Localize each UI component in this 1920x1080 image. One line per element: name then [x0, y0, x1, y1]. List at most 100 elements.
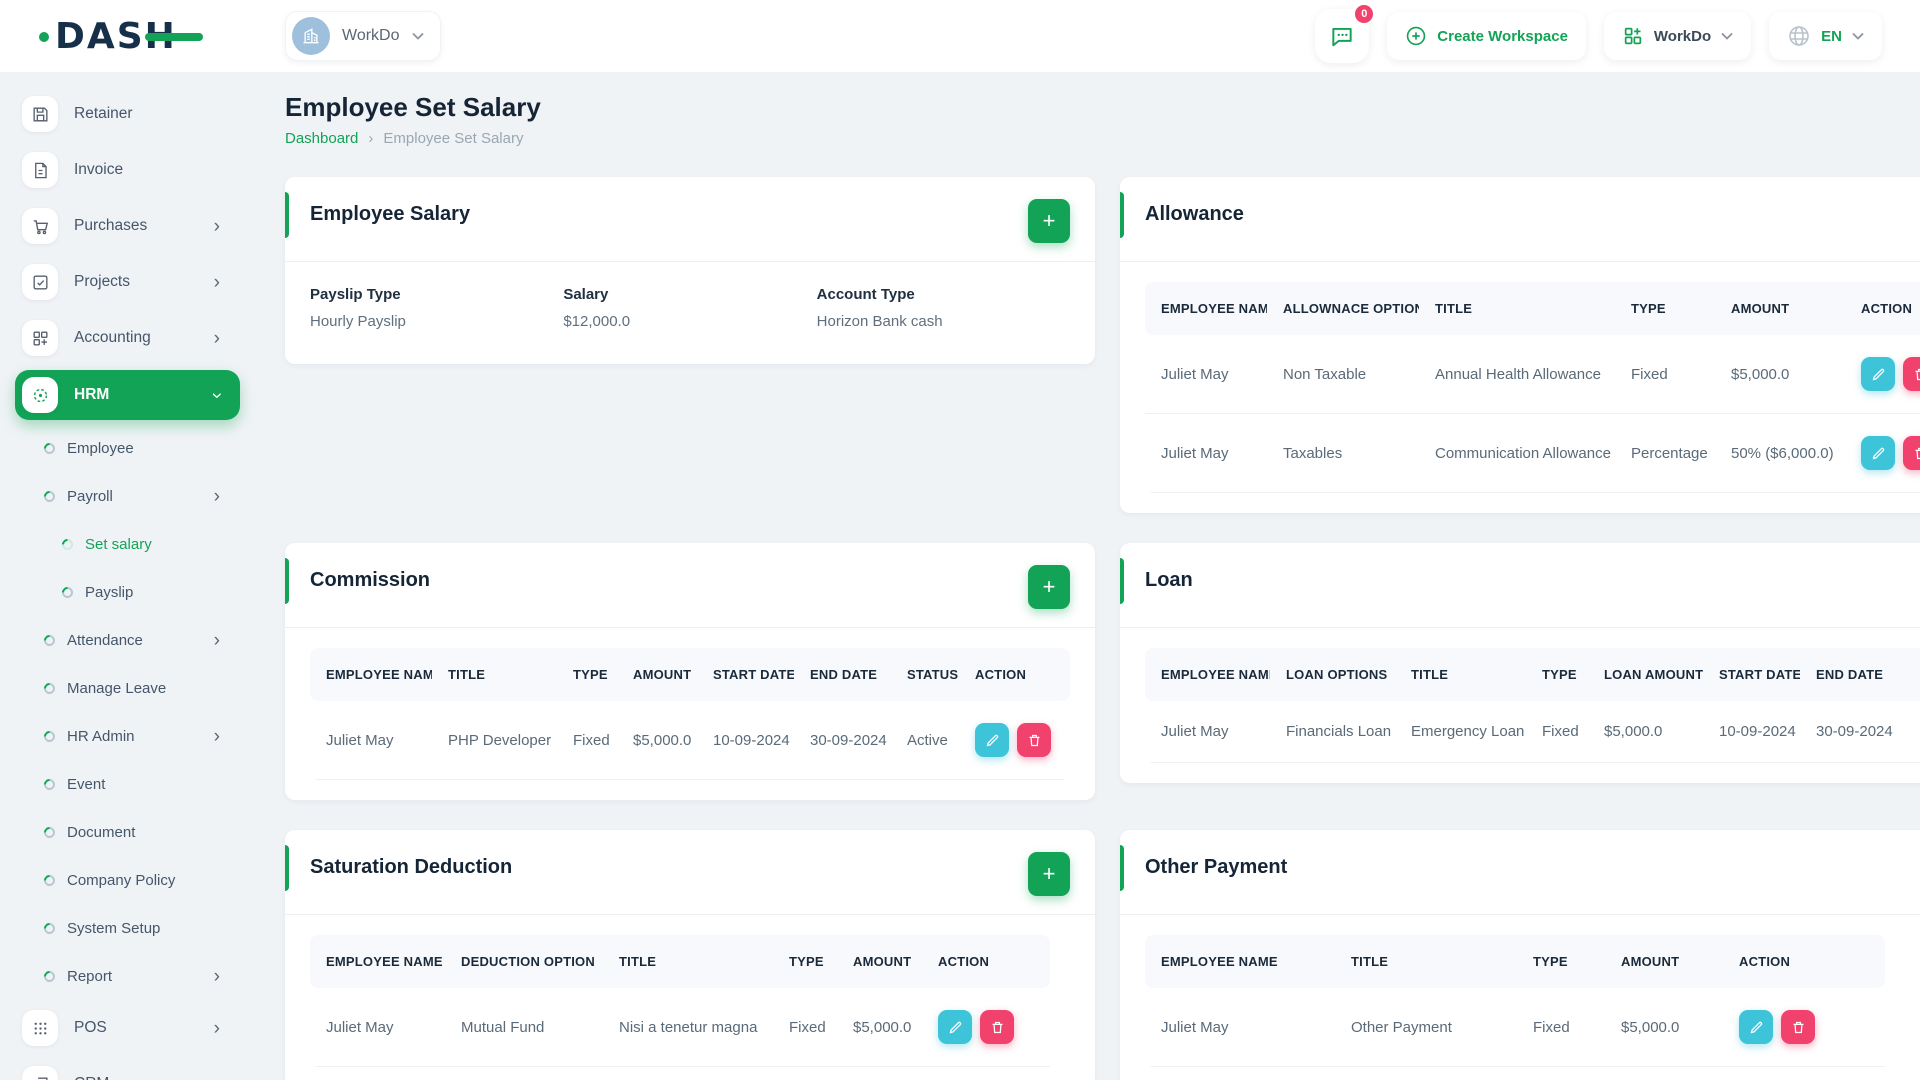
sidebar-item-payslip[interactable]: Payslip [0, 568, 255, 616]
create-workspace-button[interactable]: Create Workspace [1387, 12, 1586, 60]
bullet-icon [41, 824, 58, 840]
field-salary: Salary $12,000.0 [563, 286, 631, 330]
table-header-row: EMPLOYEE NAME LOAN OPTIONS TITLE TYPE LO… [1145, 648, 1920, 701]
messages-button[interactable]: 0 [1315, 3, 1376, 63]
sidebar-item-system-setup[interactable]: System Setup [0, 904, 255, 952]
table-header-row: EMPLOYEE NAME TITLE TYPE AMOUNT START DA… [310, 648, 1070, 701]
grid-plus-icon [22, 320, 58, 356]
chevron-down-icon [1721, 32, 1733, 40]
table-header-row: EMPLOYEE NAME TITLE TYPE AMOUNT ACTION [1145, 935, 1885, 988]
sidebar: Retainer Invoice Purchases › Projects › [0, 72, 255, 1080]
commission-table: EMPLOYEE NAME TITLE TYPE AMOUNT START DA… [310, 648, 1070, 780]
allowance-table: EMPLOYEE NAME ALLOWNACE OPTION TITLE TYP… [1145, 282, 1920, 493]
logo-dot-icon [39, 31, 49, 42]
chevron-down-icon [1852, 32, 1864, 40]
chevron-right-icon: › [213, 327, 220, 349]
allowance-card: Allowance + EMPLOYEE NAME ALLOWNACE OPTI… [1120, 177, 1920, 513]
sidebar-item-hrm[interactable]: HRM › [15, 370, 240, 420]
pencil-icon [1750, 1021, 1762, 1033]
plus-icon: + [1042, 861, 1056, 886]
sidebar-item-report[interactable]: Report › [0, 952, 255, 1000]
sidebar-item-retainer[interactable]: Retainer [0, 86, 255, 142]
add-saturation-deduction-button[interactable]: + [1028, 852, 1070, 896]
sidebar-item-company-policy[interactable]: Company Policy [0, 856, 255, 904]
sidebar-item-document[interactable]: Document [0, 808, 255, 856]
overlap-squares-icon [22, 1066, 58, 1080]
table-row: Juliet May Financials Loan Emergency Loa… [1145, 701, 1920, 763]
delete-button[interactable] [1017, 723, 1051, 757]
bullet-icon [59, 536, 76, 552]
message-count-badge: 0 [1353, 3, 1376, 25]
page-title: Employee Set Salary [285, 92, 541, 122]
breadcrumb-current: Employee Set Salary [383, 130, 524, 147]
grid-plus-icon [1624, 27, 1642, 45]
add-employee-salary-button[interactable]: + [1028, 199, 1070, 243]
workspace-avatar [292, 17, 330, 55]
sidebar-item-set-salary[interactable]: Set salary [0, 520, 255, 568]
chevron-right-icon: › [213, 725, 220, 747]
delete-button[interactable] [980, 1010, 1014, 1044]
edit-button[interactable] [975, 723, 1009, 757]
sidebar-item-hr-admin[interactable]: HR Admin › [0, 712, 255, 760]
chevron-right-icon: › [213, 1017, 220, 1039]
sidebar-item-event[interactable]: Event [0, 760, 255, 808]
language-selector[interactable]: EN [1769, 12, 1882, 60]
trash-icon [1915, 368, 1920, 380]
logo-text: DASH [39, 16, 203, 57]
edit-button[interactable] [1739, 1010, 1773, 1044]
edit-button[interactable] [1861, 436, 1895, 470]
trash-icon [992, 1021, 1002, 1033]
floppy-icon [22, 96, 58, 132]
loan-card: Loan + EMPLOYEE NAME LOAN OPTIONS TITLE … [1120, 543, 1920, 783]
commission-card: Commission + EMPLOYEE NAME TITLE TYPE AM… [285, 543, 1095, 800]
sidebar-item-attendance[interactable]: Attendance › [0, 616, 255, 664]
chevron-right-icon: › [213, 215, 220, 237]
globe-icon [1789, 26, 1809, 46]
main-content: Employee Set Salary Dashboard › Employee… [255, 0, 1920, 1080]
delete-button[interactable] [1903, 436, 1920, 470]
chevron-right-icon: › [368, 130, 374, 147]
topbar: DASH WorkDo 0 Create Workspace WorkDo EN [0, 0, 1920, 72]
chevron-right-icon: › [214, 1075, 220, 1080]
app-menu-button[interactable]: WorkDo [1603, 12, 1752, 60]
delete-button[interactable] [1781, 1010, 1815, 1044]
building-icon [303, 28, 319, 44]
table-header-row: EMPLOYEE NAME DEDUCTION OPTION TITLE TYP… [310, 935, 1050, 988]
check-square-icon [22, 264, 58, 300]
sidebar-item-accounting[interactable]: Accounting › [0, 310, 255, 366]
card-title: Saturation Deduction [310, 856, 513, 878]
add-commission-button[interactable]: + [1028, 565, 1070, 609]
sidebar-item-invoice[interactable]: Invoice [0, 142, 255, 198]
sidebar-item-pos[interactable]: POS › [0, 1000, 255, 1056]
sidebar-item-employee[interactable]: Employee [0, 424, 255, 472]
pencil-icon [986, 734, 998, 746]
trash-icon [1029, 734, 1039, 746]
delete-button[interactable] [1903, 357, 1920, 391]
employee-salary-card: Employee Salary + Payslip Type Hourly Pa… [285, 177, 1095, 364]
edit-button[interactable] [938, 1010, 972, 1044]
chevron-right-icon: › [213, 629, 220, 651]
table-row: Juliet May Other Payment Fixed $5,000.0 [1145, 988, 1885, 1067]
sidebar-item-projects[interactable]: Projects › [0, 254, 255, 310]
sidebar-item-purchases[interactable]: Purchases › [0, 198, 255, 254]
table-row: Juliet May Taxables Communication Allowa… [1145, 413, 1920, 493]
card-title: Other Payment [1145, 856, 1288, 878]
bullet-icon [41, 440, 58, 456]
chat-icon [1332, 27, 1352, 47]
pencil-icon [949, 1021, 961, 1033]
breadcrumb-dashboard-link[interactable]: Dashboard [285, 130, 358, 147]
sidebar-item-manage-leave[interactable]: Manage Leave [0, 664, 255, 712]
sidebar-item-crm[interactable]: CRM › [0, 1056, 255, 1080]
brand-logo[interactable]: DASH [0, 16, 255, 57]
edit-button[interactable] [1861, 357, 1895, 391]
cart-icon [22, 208, 58, 244]
bullet-icon [41, 488, 58, 504]
sidebar-item-payroll[interactable]: Payroll › [0, 472, 255, 520]
app-menu-label: WorkDo [1653, 27, 1712, 45]
bullet-icon [41, 680, 58, 696]
language-label: EN [1821, 27, 1842, 45]
workspace-selector[interactable]: WorkDo [285, 11, 441, 61]
breadcrumb: Dashboard › Employee Set Salary [285, 130, 1890, 147]
table-row: Juliet May PHP Developer Fixed $5,000.0 … [310, 701, 1070, 780]
bullet-icon [59, 584, 76, 600]
